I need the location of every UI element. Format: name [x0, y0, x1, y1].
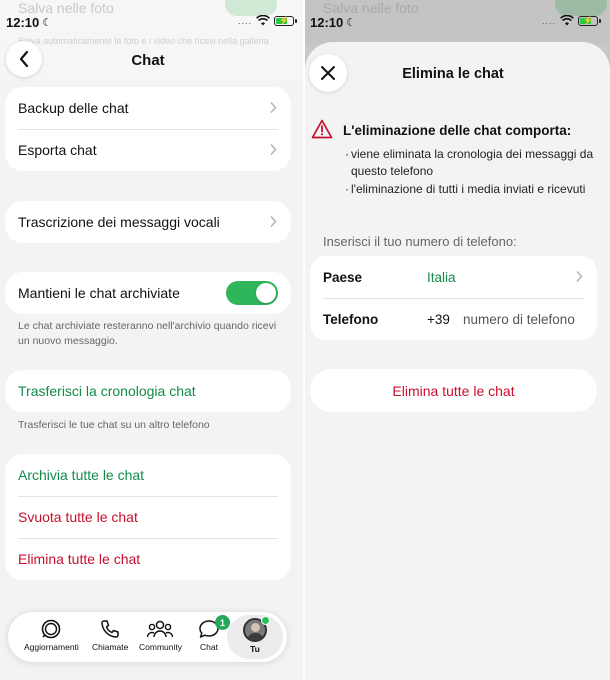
phone-form: Paese Italia Telefono +39 numero di tele…	[310, 256, 597, 340]
tab-calls-label: Chiamate	[92, 642, 129, 652]
battery-icon: ⚡	[578, 15, 602, 26]
tab-calls[interactable]: Chiamate	[92, 618, 128, 652]
clear-all-button[interactable]: Svuota tutte le chat	[5, 496, 291, 538]
delete-all-chats-button[interactable]: Elimina tutte le chat	[310, 369, 597, 412]
bullet-text: viene eliminata la cronologia dei messag…	[351, 147, 594, 178]
sheet-title: Elimina le chat	[402, 66, 504, 82]
list-item: · viene eliminata la cronologia dei messa…	[345, 146, 605, 180]
chevron-right-icon	[270, 215, 277, 228]
status-time: 12:10	[310, 14, 344, 30]
tab-bar: Aggiornamenti Chiamate Community 1 Chat …	[8, 612, 287, 662]
keep-archived-label: Mantieni le chat archiviate	[18, 285, 180, 301]
status-icons: .... ⚡	[238, 15, 298, 26]
warning-title: L'eliminazione delle chat comporta:	[343, 123, 572, 138]
voice-transcription-row[interactable]: Trascrizione dei messaggi vocali	[5, 201, 291, 243]
tab-updates[interactable]: Aggiornamenti	[24, 618, 79, 652]
warning-icon	[311, 119, 333, 139]
community-icon	[147, 620, 174, 638]
phone-icon	[101, 620, 119, 638]
country-row[interactable]: Paese Italia	[310, 256, 597, 298]
keep-archived-row: Mantieni le chat archiviate	[5, 272, 291, 314]
country-value: Italia	[427, 269, 456, 285]
transfer-note: Trasferisci le tue chat su un altro tele…	[18, 419, 210, 431]
battery-icon: ⚡	[274, 15, 298, 26]
delete-all-label: Elimina tutte le chat	[18, 551, 141, 567]
moon-icon: ☾	[346, 16, 357, 29]
backup-export-group: Backup delle chat Esporta chat	[5, 87, 291, 171]
transfer-group: Trasferisci la cronologia chat	[5, 370, 291, 412]
bullet-text: l'eliminazione di tutti i media inviati …	[351, 182, 586, 196]
phone-prompt: Inserisci il tuo numero di telefono:	[323, 234, 517, 249]
tab-chat[interactable]: 1 Chat	[197, 615, 230, 652]
export-chat-label: Esporta chat	[18, 142, 97, 158]
delete-chats-sheet: Elimina le chat L'eliminazione delle cha…	[305, 42, 610, 680]
tab-updates-label: Aggiornamenti	[24, 642, 79, 652]
ghost-subtitle: Salva automaticamente le foto e i video …	[18, 36, 269, 46]
voice-transcription-label: Trascrizione dei messaggi vocali	[18, 214, 220, 230]
phone-number-input[interactable]: numero di telefono	[463, 312, 575, 327]
signal-dots: ....	[238, 15, 253, 26]
signal-dots: ....	[542, 15, 557, 26]
archive-group: Mantieni le chat archiviate	[5, 272, 291, 314]
phone-row: Telefono +39 numero di telefono	[310, 298, 597, 340]
archive-all-label: Archivia tutte le chat	[18, 467, 145, 483]
archive-all-button[interactable]: Archivia tutte le chat	[5, 454, 291, 496]
export-chat-row[interactable]: Esporta chat	[5, 129, 291, 171]
tab-chat-label: Chat	[200, 642, 218, 652]
chevron-right-icon	[270, 143, 277, 156]
status-icons: .... ⚡	[542, 15, 602, 26]
chat-settings-screen: Salva nelle foto Salva automaticamente l…	[0, 0, 303, 680]
tab-community[interactable]: Community	[139, 618, 182, 652]
ghost-toggle	[225, 0, 277, 16]
chevron-right-icon	[270, 101, 277, 114]
updates-icon	[42, 619, 61, 639]
status-bar: 12:10 ☾	[310, 14, 356, 30]
backup-chats-row[interactable]: Backup delle chat	[5, 87, 291, 129]
list-item: · l'eliminazione di tutti i media inviati…	[345, 182, 586, 196]
delete-chats-screen: Salva nelle foto 12:10 ☾ .... ⚡ Elimina …	[305, 0, 610, 680]
transfer-history-label: Trasferisci la cronologia chat	[18, 383, 196, 399]
tab-you[interactable]: Tu	[243, 616, 270, 654]
clear-all-label: Svuota tutte le chat	[18, 509, 138, 525]
archive-note: Le chat archiviate resteranno nell'archi…	[18, 320, 277, 347]
online-dot	[261, 616, 270, 625]
page-title: Chat	[131, 52, 165, 69]
phone-key: Telefono	[323, 311, 379, 327]
chat-unread-badge: 1	[215, 615, 230, 630]
wifi-icon	[560, 15, 574, 26]
moon-icon: ☾	[42, 16, 53, 29]
chevron-right-icon	[576, 270, 583, 283]
tab-community-label: Community	[139, 642, 182, 652]
backup-chats-label: Backup delle chat	[18, 100, 129, 116]
transfer-history-row[interactable]: Trasferisci la cronologia chat	[5, 370, 291, 412]
keep-archived-toggle[interactable]	[226, 281, 278, 305]
transcription-group: Trascrizione dei messaggi vocali	[5, 201, 291, 243]
status-bar: 12:10 ☾	[6, 14, 52, 30]
wifi-icon	[256, 15, 270, 26]
bulk-actions-group: Archivia tutte le chat Svuota tutte le c…	[5, 454, 291, 580]
tab-you-label: Tu	[250, 644, 260, 654]
consequences-list: · viene eliminata la cronologia dei messa…	[345, 146, 605, 199]
status-time: 12:10	[6, 14, 40, 30]
country-key: Paese	[323, 269, 363, 285]
ghost-toggle	[555, 0, 607, 16]
delete-all-button[interactable]: Elimina tutte le chat	[5, 538, 291, 580]
country-code[interactable]: +39	[427, 312, 463, 327]
